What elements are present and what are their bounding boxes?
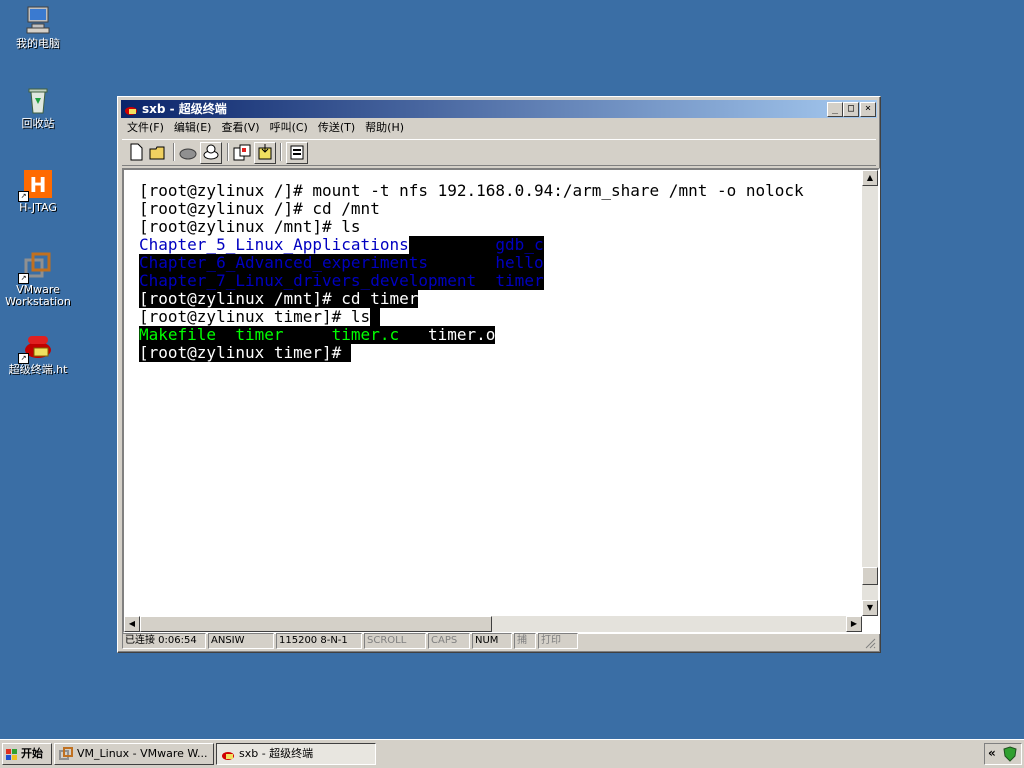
- terminal-line: Makefile timer timer.c timer.o: [139, 326, 857, 344]
- terminal-text: Chapter_5_Linux_Applications: [139, 235, 409, 254]
- terminal-text: [root@zylinux /]# cd /mnt: [139, 199, 380, 218]
- terminal-line: [root@zylinux /mnt]# cd timer: [139, 290, 857, 308]
- vertical-scrollbar[interactable]: ▲ ▼: [862, 170, 878, 616]
- terminal-text: [root@zylinux /mnt]# cd timer: [139, 289, 419, 308]
- terminal-line: Chapter_5_Linux_Applications gdb_c: [139, 236, 857, 254]
- status-num: NUM: [472, 633, 512, 649]
- shield-icon[interactable]: [1003, 746, 1017, 765]
- menu-call[interactable]: 呼叫(C): [265, 119, 313, 137]
- open-icon[interactable]: [148, 142, 168, 162]
- terminal-text: [370, 308, 380, 326]
- terminal-prompt: [root@zylinux timer]#: [139, 343, 351, 362]
- terminal-line: [root@zylinux /]# mount -t nfs 192.168.0…: [139, 182, 857, 200]
- terminal-line: [root@zylinux /]# cd /mnt: [139, 200, 857, 218]
- vmware-icon: ↗: [18, 250, 54, 284]
- terminal-line: [root@zylinux timer]#: [139, 344, 857, 362]
- terminal-frame: [root@zylinux /]# mount -t nfs 192.168.0…: [122, 168, 880, 634]
- window-title: sxb - 超级终端: [142, 102, 227, 116]
- dial-icon[interactable]: [200, 142, 222, 164]
- terminal-line: [root@zylinux /mnt]# ls: [139, 218, 857, 236]
- taskbar-item-label: VM_Linux - VMware W...: [77, 747, 208, 760]
- terminal-text: Makefile timer timer.c: [139, 325, 428, 344]
- windows-logo-icon: [6, 748, 18, 760]
- scroll-up-button[interactable]: ▲: [862, 170, 878, 186]
- my-computer-icon: [22, 4, 54, 36]
- hyperterminal-title-icon[interactable]: [124, 102, 138, 116]
- desktop-icon-label: H-JTAG: [19, 201, 57, 214]
- desktop-icon-label: 我的电脑: [16, 37, 60, 50]
- send-icon[interactable]: [232, 142, 252, 162]
- status-emulation: ANSIW: [208, 633, 274, 649]
- title-bar[interactable]: sxb - 超级终端 _ □ ×: [121, 100, 877, 118]
- properties-icon[interactable]: [286, 142, 308, 164]
- desktop-icon-label: 回收站: [21, 117, 55, 130]
- terminal-text: Chapter_7_Linux_drivers_development time…: [139, 271, 544, 290]
- scroll-right-button[interactable]: ▶: [846, 616, 862, 632]
- chevron-left-icon[interactable]: «: [988, 746, 996, 760]
- desktop-icon-hjtag[interactable]: H ↗ H-JTAG: [0, 168, 76, 214]
- desktop-icon-my-computer[interactable]: 我的电脑: [0, 4, 76, 50]
- taskbar: 开始 VM_Linux - VMware W... sxb - 超级终端 «: [0, 739, 1024, 768]
- desktop-icon-label: VMware Workstation: [5, 283, 71, 308]
- terminal-text: Chapter_6_Advanced_experiments hello: [139, 253, 544, 272]
- minimize-button[interactable]: _: [827, 102, 843, 117]
- disconnect-icon[interactable]: [178, 142, 198, 162]
- taskbar-item-vmware[interactable]: VM_Linux - VMware W...: [54, 743, 214, 765]
- status-bar: 已连接 0:06:54 ANSIW 115200 8-N-1 SCROLL CA…: [122, 632, 876, 649]
- start-label: 开始: [21, 747, 43, 760]
- terminal-line: Chapter_6_Advanced_experiments hello: [139, 254, 857, 272]
- scroll-down-button[interactable]: ▼: [862, 600, 878, 616]
- terminal-line: [root@zylinux timer]# ls: [139, 308, 857, 326]
- desktop-icon-recycle-bin[interactable]: 回收站: [0, 84, 76, 130]
- horizontal-scroll-thumb[interactable]: [140, 616, 492, 632]
- receive-icon[interactable]: [254, 142, 276, 164]
- terminal-text: gdb_c: [408, 235, 544, 254]
- start-button[interactable]: 开始: [2, 743, 52, 765]
- status-caps: CAPS: [428, 633, 470, 649]
- menu-file[interactable]: 文件(F): [122, 119, 169, 137]
- status-print: 打印: [538, 633, 578, 649]
- menu-transfer[interactable]: 传送(T): [313, 119, 360, 137]
- new-icon[interactable]: [126, 142, 146, 162]
- terminal-text: timer.o: [427, 325, 496, 344]
- scroll-left-button[interactable]: ◀: [124, 616, 140, 632]
- menu-bar: 文件(F) 编辑(E) 查看(V) 呼叫(C) 传送(T) 帮助(H): [122, 119, 876, 137]
- toolbar-separator: [280, 143, 282, 161]
- maximize-button[interactable]: □: [843, 102, 859, 117]
- menu-view[interactable]: 查看(V): [216, 119, 264, 137]
- menu-edit[interactable]: 编辑(E): [169, 119, 217, 137]
- hyperterminal-icon: ↗: [18, 330, 54, 364]
- status-capture: 捕: [514, 633, 536, 649]
- menu-help[interactable]: 帮助(H): [360, 119, 409, 137]
- status-connected-time: 已连接 0:06:54: [122, 633, 206, 649]
- desktop-icon-label: 超级终端.ht: [8, 363, 68, 376]
- svg-text:H: H: [30, 173, 47, 197]
- recycle-bin-icon: [22, 84, 54, 116]
- vmware-task-icon: [59, 747, 73, 761]
- system-tray: «: [984, 743, 1022, 765]
- terminal-line: Chapter_7_Linux_drivers_development time…: [139, 272, 857, 290]
- hyperterminal-window: sxb - 超级终端 _ □ × 文件(F) 编辑(E) 查看(V) 呼叫(C)…: [117, 96, 881, 653]
- desktop-icon-hyperterminal[interactable]: ↗ 超级终端.ht: [0, 330, 76, 376]
- horizontal-scrollbar[interactable]: ◀ ▶: [124, 616, 862, 632]
- vertical-scroll-thumb[interactable]: [862, 567, 878, 585]
- taskbar-item-label: sxb - 超级终端: [239, 747, 314, 760]
- toolbar-separator: [173, 143, 175, 161]
- terminal-output[interactable]: [root@zylinux /]# mount -t nfs 192.168.0…: [139, 182, 857, 610]
- terminal-text: [root@zylinux timer]# ls: [139, 307, 371, 326]
- toolbar-separator: [227, 143, 229, 161]
- status-scroll: SCROLL: [364, 633, 426, 649]
- terminal-text: [root@zylinux /]# mount -t nfs 192.168.0…: [139, 182, 804, 200]
- desktop-icon-vmware[interactable]: ↗ VMware Workstation: [0, 250, 76, 308]
- taskbar-item-hyperterminal[interactable]: sxb - 超级终端: [216, 743, 376, 765]
- close-button[interactable]: ×: [860, 102, 876, 117]
- toolbar: [122, 139, 876, 166]
- status-port-settings: 115200 8-N-1: [276, 633, 362, 649]
- hyperterminal-task-icon: [221, 747, 235, 761]
- hjtag-icon: H ↗: [18, 168, 54, 202]
- resize-grip-icon[interactable]: [864, 637, 876, 649]
- terminal-text: [root@zylinux /mnt]# ls: [139, 217, 361, 236]
